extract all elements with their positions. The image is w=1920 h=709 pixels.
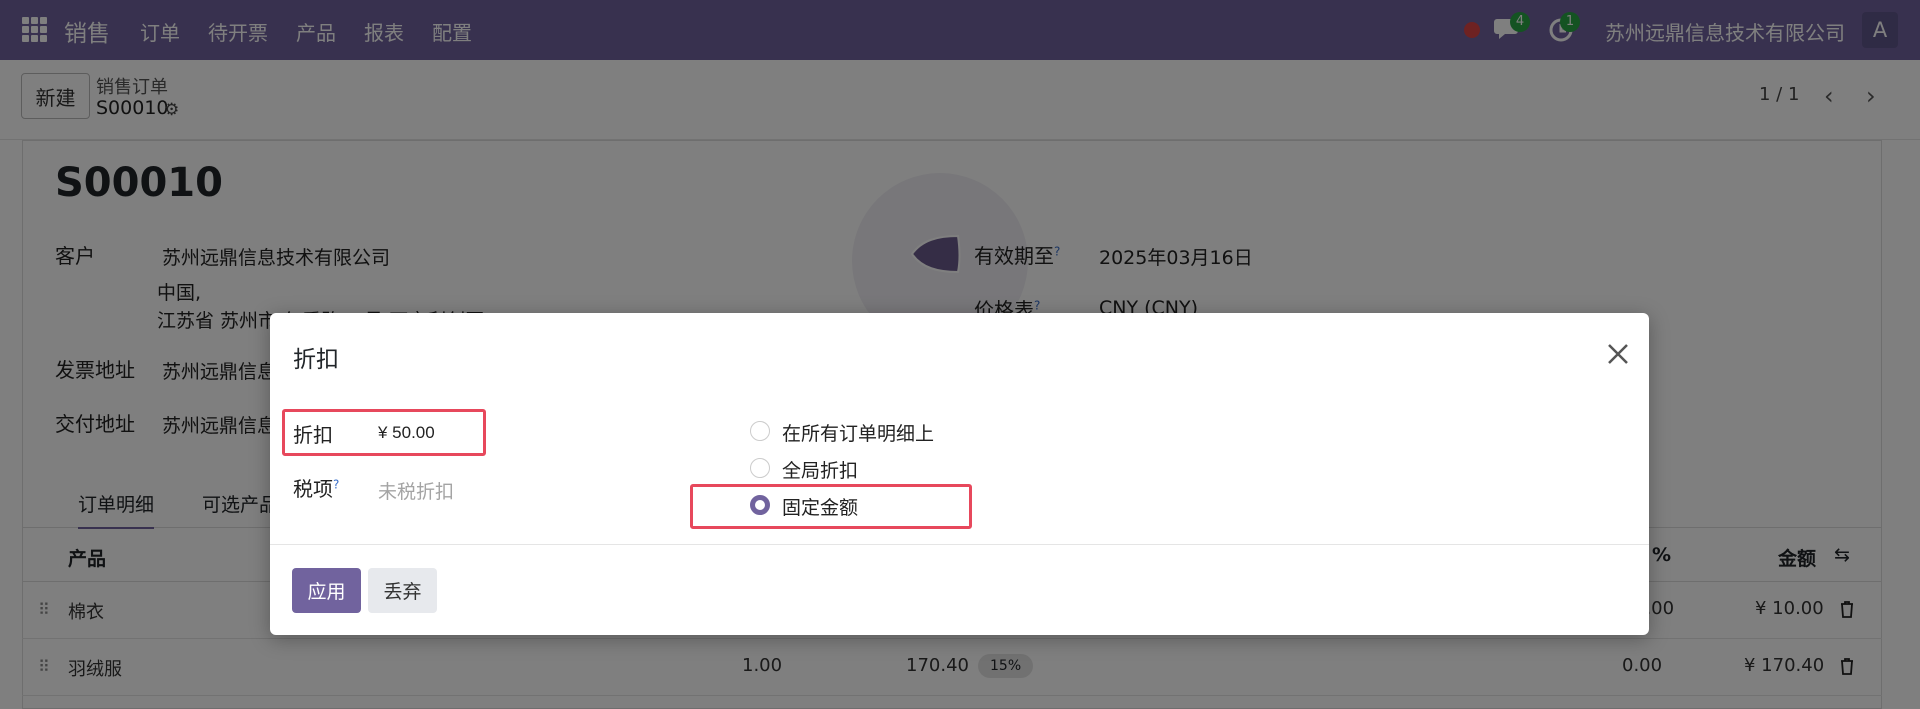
dialog-title: 折扣 [293,347,339,373]
discard-button[interactable]: 丢弃 [368,568,437,613]
tax-label: 税项 [293,477,333,501]
help-icon[interactable]: ? [333,477,339,491]
apply-button[interactable]: 应用 [292,568,361,613]
discount-dialog: 折扣 折扣 税项? 未税折扣 在所有订单明细上 全局折扣 固定金额 应用 丢弃 [270,313,1649,635]
radio-fixed-amount-label[interactable]: 固定金额 [782,493,858,520]
radio-fixed-amount[interactable] [750,495,770,515]
close-icon[interactable] [1604,340,1632,368]
radio-global-discount-label[interactable]: 全局折扣 [782,456,858,483]
radio-global-discount[interactable] [750,458,770,478]
radio-all-lines-label[interactable]: 在所有订单明细上 [782,419,934,446]
dialog-footer-divider [270,544,1649,545]
radio-all-lines[interactable] [750,421,770,441]
discount-label: 折扣 [293,423,333,447]
discount-amount-input[interactable] [378,423,478,443]
tax-input[interactable]: 未税折扣 [378,477,454,504]
